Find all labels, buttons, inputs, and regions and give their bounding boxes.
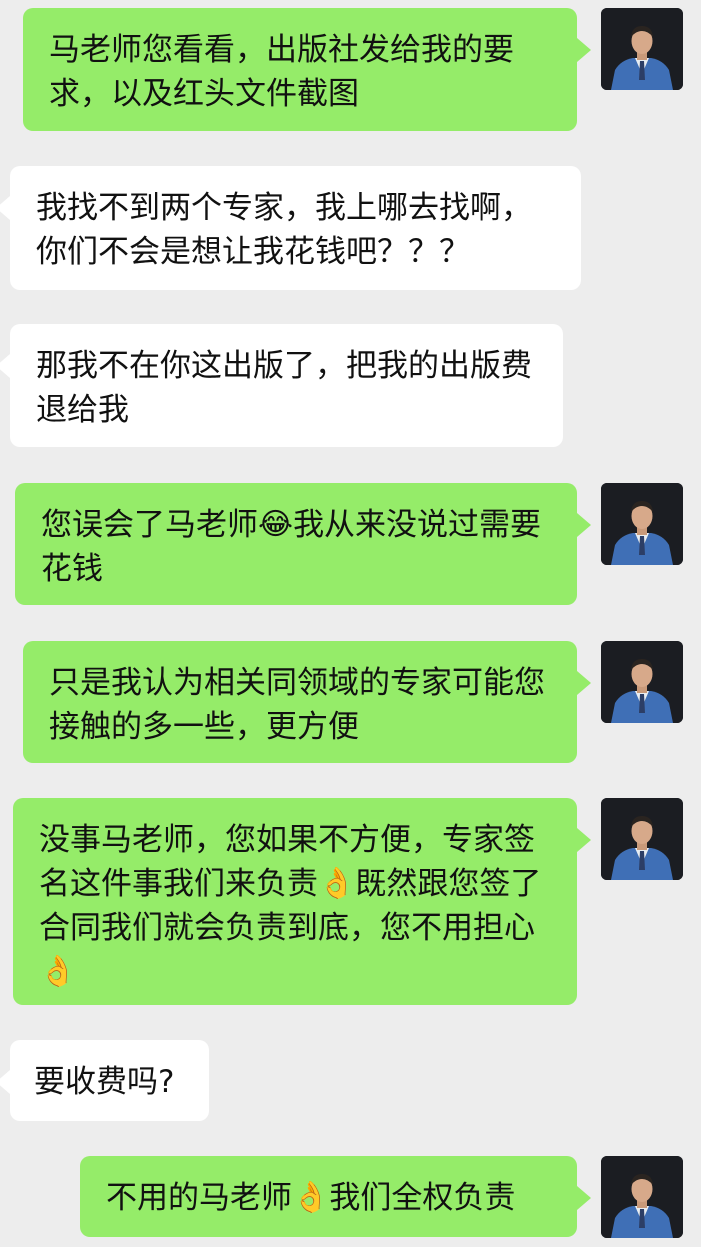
message-text: 马老师您看看，出版社发给我的要求，以及红头文件截图 xyxy=(49,32,514,112)
person-avatar-icon[interactable] xyxy=(601,798,683,880)
received-message-bubble[interactable]: 要收费吗? xyxy=(0,1040,209,1121)
avatar-image-5 xyxy=(601,798,683,880)
avatar-image-7 xyxy=(601,1156,683,1238)
person-avatar-icon[interactable] xyxy=(601,1156,683,1238)
person-avatar-icon[interactable] xyxy=(601,8,683,90)
ok-hand-icon: 👌 xyxy=(318,866,356,901)
message-text: 不用的马老师 xyxy=(106,1180,292,1216)
sent-message-bubble[interactable]: 只是我认为相关同领域的专家可能您接触的多一些，更方便 xyxy=(23,641,591,763)
avatar-image-3 xyxy=(601,483,683,565)
message-text: 那我不在你这出版了，把我的出版费退给我 xyxy=(36,348,532,428)
sent-message-bubble[interactable]: 不用的马老师👌我们全权负责 xyxy=(80,1156,591,1237)
avatar-image-0 xyxy=(601,8,683,90)
message-text: 您误会了马老师 xyxy=(41,507,258,543)
ok-hand-icon: 👌 xyxy=(39,954,77,989)
person-avatar-icon[interactable] xyxy=(601,641,683,723)
received-message-bubble[interactable]: 那我不在你这出版了，把我的出版费退给我 xyxy=(0,324,563,447)
message-text: 只是我认为相关同领域的专家可能您接触的多一些，更方便 xyxy=(49,665,545,745)
message-text: 要收费吗? xyxy=(34,1064,175,1100)
received-message-bubble[interactable]: 我找不到两个专家，我上哪去找啊，你们不会是想让我花钱吧？？？ xyxy=(0,166,581,290)
message-text: 我找不到两个专家，我上哪去找啊，你们不会是想让我花钱吧？？？ xyxy=(36,190,532,270)
message-text: 我们全权负责 xyxy=(329,1180,516,1216)
ok-hand-icon: 👌 xyxy=(292,1180,330,1215)
sent-message-bubble[interactable]: 您误会了马老师😂我从来没说过需要花钱 xyxy=(15,483,591,605)
face-with-tears-of-joy-icon: 😂 xyxy=(258,507,294,542)
sent-message-bubble[interactable]: 没事马老师，您如果不方便，专家签名这件事我们来负责👌既然跟您签了合同我们就会负责… xyxy=(13,798,591,1005)
sent-message-bubble[interactable]: 马老师您看看，出版社发给我的要求，以及红头文件截图 xyxy=(23,8,591,131)
avatar-image-4 xyxy=(601,641,683,723)
person-avatar-icon[interactable] xyxy=(601,483,683,565)
